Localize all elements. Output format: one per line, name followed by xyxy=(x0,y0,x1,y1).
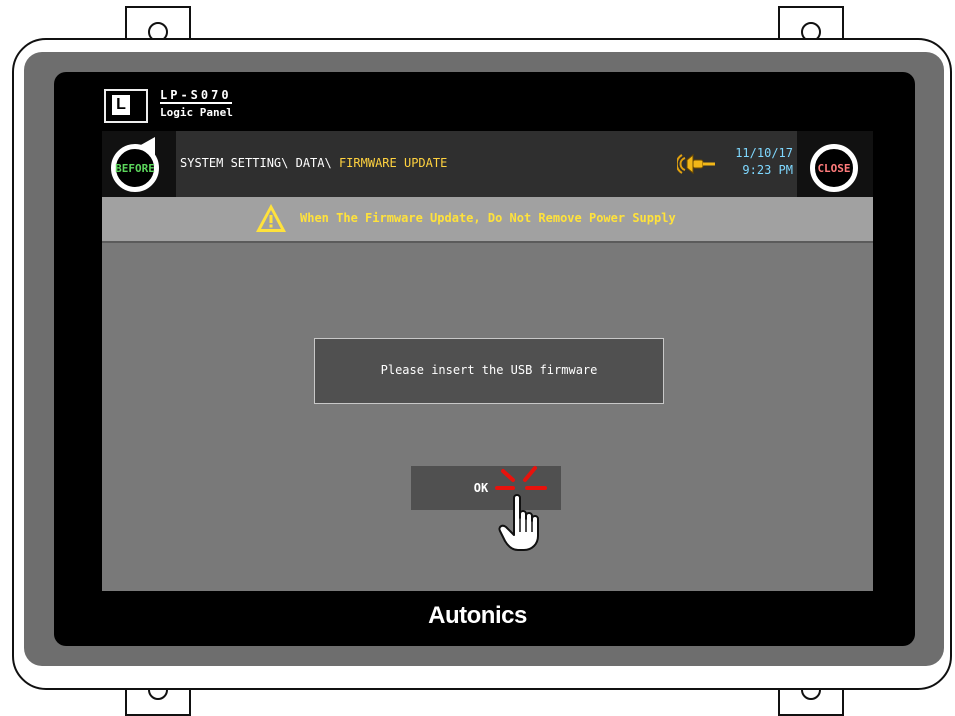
model-subtitle: Logic Panel xyxy=(160,106,233,119)
logo-letter: L xyxy=(112,95,130,115)
model-name: LP-S070 xyxy=(160,88,232,104)
hand-pointer-icon xyxy=(498,494,539,551)
warning-bar: When The Firmware Update, Do Not Remove … xyxy=(102,197,873,243)
breadcrumb-prefix: SYSTEM SETTING\ DATA\ xyxy=(180,156,339,170)
warning-text: When The Firmware Update, Do Not Remove … xyxy=(300,211,676,225)
breadcrumb-current: FIRMWARE UPDATE xyxy=(338,156,448,170)
brand-logo: Autonics xyxy=(428,602,527,629)
before-button-area: BEFORE xyxy=(102,131,176,197)
header-bar: BEFORE SYSTEM SETTING\ DATA\ FIRMWARE UP… xyxy=(102,131,873,197)
date-text: 11/10/17 xyxy=(735,146,793,160)
close-button-area: CLOSE xyxy=(797,131,873,197)
time-text: 9:23 PM xyxy=(742,163,793,177)
dialog-message: Please insert the USB firmware xyxy=(380,363,598,377)
brand-area: L LP-S070 Logic Panel xyxy=(102,79,873,131)
warning-triangle-icon xyxy=(256,204,286,232)
before-button[interactable]: BEFORE xyxy=(111,137,159,192)
close-label: CLOSE xyxy=(817,161,851,175)
breadcrumb: SYSTEM SETTING\ DATA\ FIRMWARE UPDATE xyxy=(180,156,447,170)
logic-panel-logo-icon: L xyxy=(104,89,148,123)
date-time: 11/10/17 9:23 PM xyxy=(730,145,793,179)
before-label: BEFORE xyxy=(115,161,155,175)
message-dialog: Please insert the USB firmware xyxy=(314,338,664,404)
undo-arrow-icon xyxy=(139,137,155,155)
ok-label: OK xyxy=(473,481,489,495)
speaker-icon[interactable] xyxy=(677,151,717,177)
close-button[interactable]: CLOSE xyxy=(810,144,858,192)
touch-screen: L LP-S070 Logic Panel BEFORE SYSTEM SETT… xyxy=(102,79,873,591)
